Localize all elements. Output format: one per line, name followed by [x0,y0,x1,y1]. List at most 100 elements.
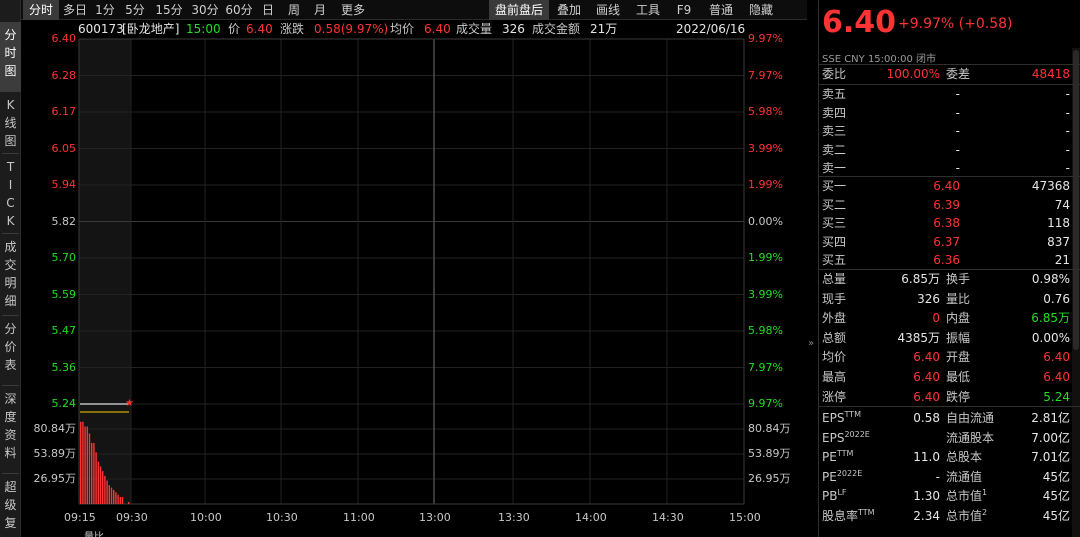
bid-row[interactable]: 买二 6.39 74 [822,196,1072,215]
fundamental-label2-text: 总市值 [946,489,983,504]
price-axis-label: 6.40 [51,32,77,45]
stat-value: 6.40 [913,350,940,365]
weicha-label: 委差 [946,67,971,81]
bid-label: 买三 [822,216,847,231]
weibi-label: 委比 [822,67,847,81]
volume-bar [80,421,82,504]
price-axis-label: 5.36 [51,360,77,374]
fundamental-value: 2.34 [913,509,940,523]
bid-row[interactable]: 买四 6.37 837 [822,233,1072,252]
weicha-value: 48418 [1031,67,1070,81]
fundamental-label-text: EPS [822,411,845,425]
fundamental-label: EPSTTM [822,409,861,429]
ask-row[interactable]: 卖二 - - [822,141,1072,160]
volume-bar [84,426,86,504]
ask-row[interactable]: 卖三 - - [822,122,1072,141]
stat-label: 量比 [946,291,971,306]
panel-scrollbar-thumb[interactable] [1073,50,1079,350]
volume-axis-label: 53.89万 [33,447,77,460]
stat-row: 涨停 6.40 跌停 5.24 [822,388,1072,407]
stat-value: 0.76 [1043,291,1070,306]
collapse-panel-icon[interactable]: » [808,338,814,349]
intraday-chart-svg[interactable]: ★ [0,0,808,537]
volume-bar [88,433,91,504]
ask-label: 卖四 [822,105,847,120]
fundamental-label2-text: 总股本 [946,450,983,465]
fundamental-label-text: 股息率 [822,509,859,523]
volume-bar [97,461,99,504]
time-axis-label: 10:00 [190,511,222,524]
bid-row[interactable]: 买三 6.38 118 [822,214,1072,233]
volume-bar [106,480,108,504]
fundamental-label-text: PB [822,489,838,504]
bid-volume: 837 [1047,234,1070,249]
ask-row[interactable]: 卖四 - - [822,104,1072,123]
fundamental-label-suffix: TTM [844,410,861,419]
volume-bar [113,489,115,504]
weibi-row: 委比 100.00% 委差 48418 [822,65,1072,84]
fundamental-label2: 总市值2 [946,507,987,527]
volume-bar [104,475,106,504]
market-status-line: SSE CNY 15:00:00 闭市 [822,54,937,65]
volume-bar [93,442,95,504]
quote-price: 6.40 [822,5,897,40]
fundamental-label: PBLF [822,487,847,507]
bid-volume: 118 [1047,216,1070,231]
fundamental-label: PE2022E [822,468,862,488]
fundamental-value2: 45亿 [1042,489,1070,504]
bid-volume: 74 [1054,197,1070,212]
fundamental-value: - [935,469,940,484]
percent-axis-label: 7.97% [748,68,783,82]
stat-value: 5.24 [1043,389,1070,404]
volume-bar [115,492,117,504]
fundamental-label2: 总市值1 [946,487,987,507]
stat-row: 现手 326 量比 0.76 [822,290,1072,309]
stat-label: 均价 [822,350,847,365]
time-axis-label: 15:00 [729,511,761,524]
ask-label: 卖二 [822,142,847,157]
fundamental-label2-suffix: 1 [982,488,988,498]
volume-bar [121,496,124,504]
stat-value: 6.40 [913,389,940,404]
volume-bar [119,496,121,504]
fundamental-row: PBLF 1.30 总市值1 45亿 [822,487,1072,506]
percent-axis-label: 3.99% [748,141,783,155]
time-axis-label: 13:30 [498,511,530,524]
stat-value: 4385万 [897,330,940,345]
percent-axis-label: 9.97% [748,32,783,45]
price-axis-label: 6.28 [51,68,77,82]
percent-axis-label: 9.97% [748,397,783,410]
fundamental-value2: 7.01亿 [1031,450,1070,465]
bid-label: 买一 [822,179,847,193]
time-axis-label: 14:00 [575,511,607,524]
price-axis-label: 6.05 [51,141,77,155]
fundamental-label-suffix: LF [837,488,847,498]
bid-price: 6.37 [933,234,960,249]
panel-divider [818,406,1080,407]
bid-label: 买四 [822,234,847,249]
time-axis-label: 09:30 [116,511,148,524]
bid-row[interactable]: 买五 6.36 21 [822,251,1072,270]
fundamental-label2: 流通值 [946,468,982,487]
fundamental-value: 0.58 [913,411,940,425]
stat-label: 总量 [822,272,847,286]
fundamental-label-suffix: TTM [858,508,875,517]
ask-volume: - [1065,105,1070,120]
price-axis-label: 5.24 [51,397,77,410]
bid-row[interactable]: 买一 6.40 47368 [822,177,1072,196]
percent-axis-label: 1.99% [748,251,783,264]
volume-bar [82,421,84,504]
volume-axis-label-right: 53.89万 [748,447,791,460]
price-axis-label: 6.17 [51,105,77,118]
stat-row: 外盘 0 内盘 6.85万 [822,309,1072,328]
stat-label: 外盘 [822,311,847,326]
fundamental-value2: 45亿 [1042,469,1070,484]
ask-row[interactable]: 卖五 - - [822,85,1072,104]
fundamental-label2: 流通股本 [946,429,994,448]
fundamental-label2: 自由流通 [946,409,994,428]
stat-label: 现手 [822,291,847,306]
stat-label: 最高 [822,370,847,384]
ask-price: - [955,87,960,101]
ask-label: 卖三 [822,124,847,139]
bid-price: 6.38 [933,216,960,231]
